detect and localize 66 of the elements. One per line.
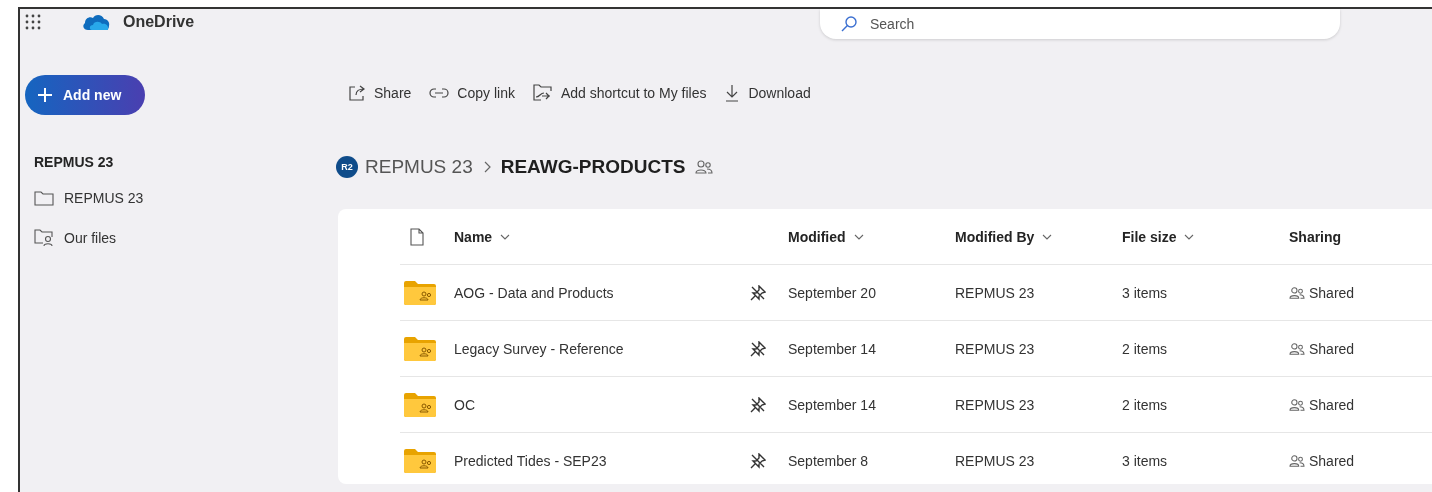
people-icon bbox=[1289, 341, 1305, 356]
slashed-pin-icon bbox=[750, 284, 766, 301]
folder-name[interactable]: Predicted Tides - SEP23 bbox=[454, 452, 607, 469]
download-icon bbox=[724, 84, 741, 102]
sharing-status: Shared bbox=[1309, 396, 1355, 413]
modified-by: REPMUS 23 bbox=[955, 284, 1035, 301]
folder-name[interactable]: OC bbox=[454, 396, 475, 413]
search-input[interactable]: Search bbox=[870, 12, 1290, 36]
modified-date: September 14 bbox=[788, 396, 876, 413]
plus-icon bbox=[37, 87, 53, 103]
modified-date: September 8 bbox=[788, 452, 869, 469]
slashed-pin-icon bbox=[750, 396, 766, 413]
command-button[interactable]: Download bbox=[722, 77, 813, 109]
app-launcher-icon[interactable] bbox=[25, 14, 41, 30]
sidebar-item[interactable]: Our files bbox=[34, 218, 338, 258]
sharing-status: Shared bbox=[1309, 284, 1355, 301]
file-size: 3 items bbox=[1122, 452, 1168, 469]
folder-icon bbox=[34, 190, 54, 206]
shared-folder-icon bbox=[404, 392, 436, 417]
people-icon bbox=[1289, 285, 1305, 300]
breadcrumb-link[interactable]: REPMUS 23 bbox=[365, 156, 473, 178]
column-header[interactable]: Modified By bbox=[955, 228, 1053, 245]
modified-date: September 14 bbox=[788, 340, 876, 357]
folder-name[interactable]: AOG - Data and Products bbox=[454, 284, 614, 301]
add-new-button[interactable]: Add new bbox=[25, 75, 145, 115]
chevron-down-icon bbox=[1184, 232, 1195, 241]
chevron-down-icon bbox=[500, 232, 511, 241]
search-field[interactable]: Search bbox=[820, 9, 1340, 39]
shared-folder-icon bbox=[404, 280, 436, 305]
sidebar-heading: REPMUS 23 bbox=[34, 153, 115, 172]
modified-by: REPMUS 23 bbox=[955, 340, 1035, 357]
modified-by: REPMUS 23 bbox=[955, 396, 1035, 413]
column-header[interactable]: Sharing bbox=[1289, 228, 1342, 245]
file-size: 3 items bbox=[1122, 284, 1168, 301]
sharing-status: Shared bbox=[1309, 452, 1355, 469]
command-button[interactable]: Share bbox=[346, 77, 414, 109]
chevron-down-icon bbox=[1042, 232, 1053, 241]
shared-folder-icon bbox=[404, 336, 436, 361]
chevron-icon bbox=[482, 161, 491, 173]
file-size: 2 items bbox=[1122, 396, 1168, 413]
modified-by: REPMUS 23 bbox=[955, 452, 1035, 469]
column-header[interactable]: File size bbox=[1122, 228, 1195, 245]
slashed-pin-icon bbox=[750, 452, 766, 469]
current-folder: REAWG-PRODUCTS bbox=[500, 156, 686, 178]
sharing-status: Shared bbox=[1309, 340, 1355, 357]
app-name: OneDrive bbox=[123, 13, 195, 31]
folder-name[interactable]: Legacy Survey - Reference bbox=[454, 340, 624, 357]
column-header[interactable]: Modified bbox=[788, 228, 864, 245]
people-icon bbox=[1289, 453, 1305, 468]
slashed-pin-icon bbox=[750, 340, 766, 357]
command-button[interactable]: Add shortcut to My files bbox=[530, 77, 709, 109]
modified-date: September 20 bbox=[788, 284, 876, 301]
shared-folder-icon bbox=[404, 448, 436, 473]
folder-shortcut-icon bbox=[532, 84, 553, 102]
folder-badge: R2 bbox=[336, 156, 358, 178]
column-header[interactable]: Name bbox=[454, 228, 511, 245]
search-icon bbox=[840, 15, 858, 33]
command-button[interactable]: Copy link bbox=[427, 77, 517, 109]
file-type-icon bbox=[410, 227, 424, 246]
file-size: 2 items bbox=[1122, 340, 1168, 357]
shared-folder-icon bbox=[34, 229, 54, 247]
cloud-icon bbox=[82, 13, 110, 31]
people-icon bbox=[1289, 397, 1305, 412]
chevron-down-icon bbox=[853, 232, 864, 241]
sidebar-item[interactable]: REPMUS 23 bbox=[34, 178, 338, 218]
share-icon bbox=[348, 84, 366, 102]
